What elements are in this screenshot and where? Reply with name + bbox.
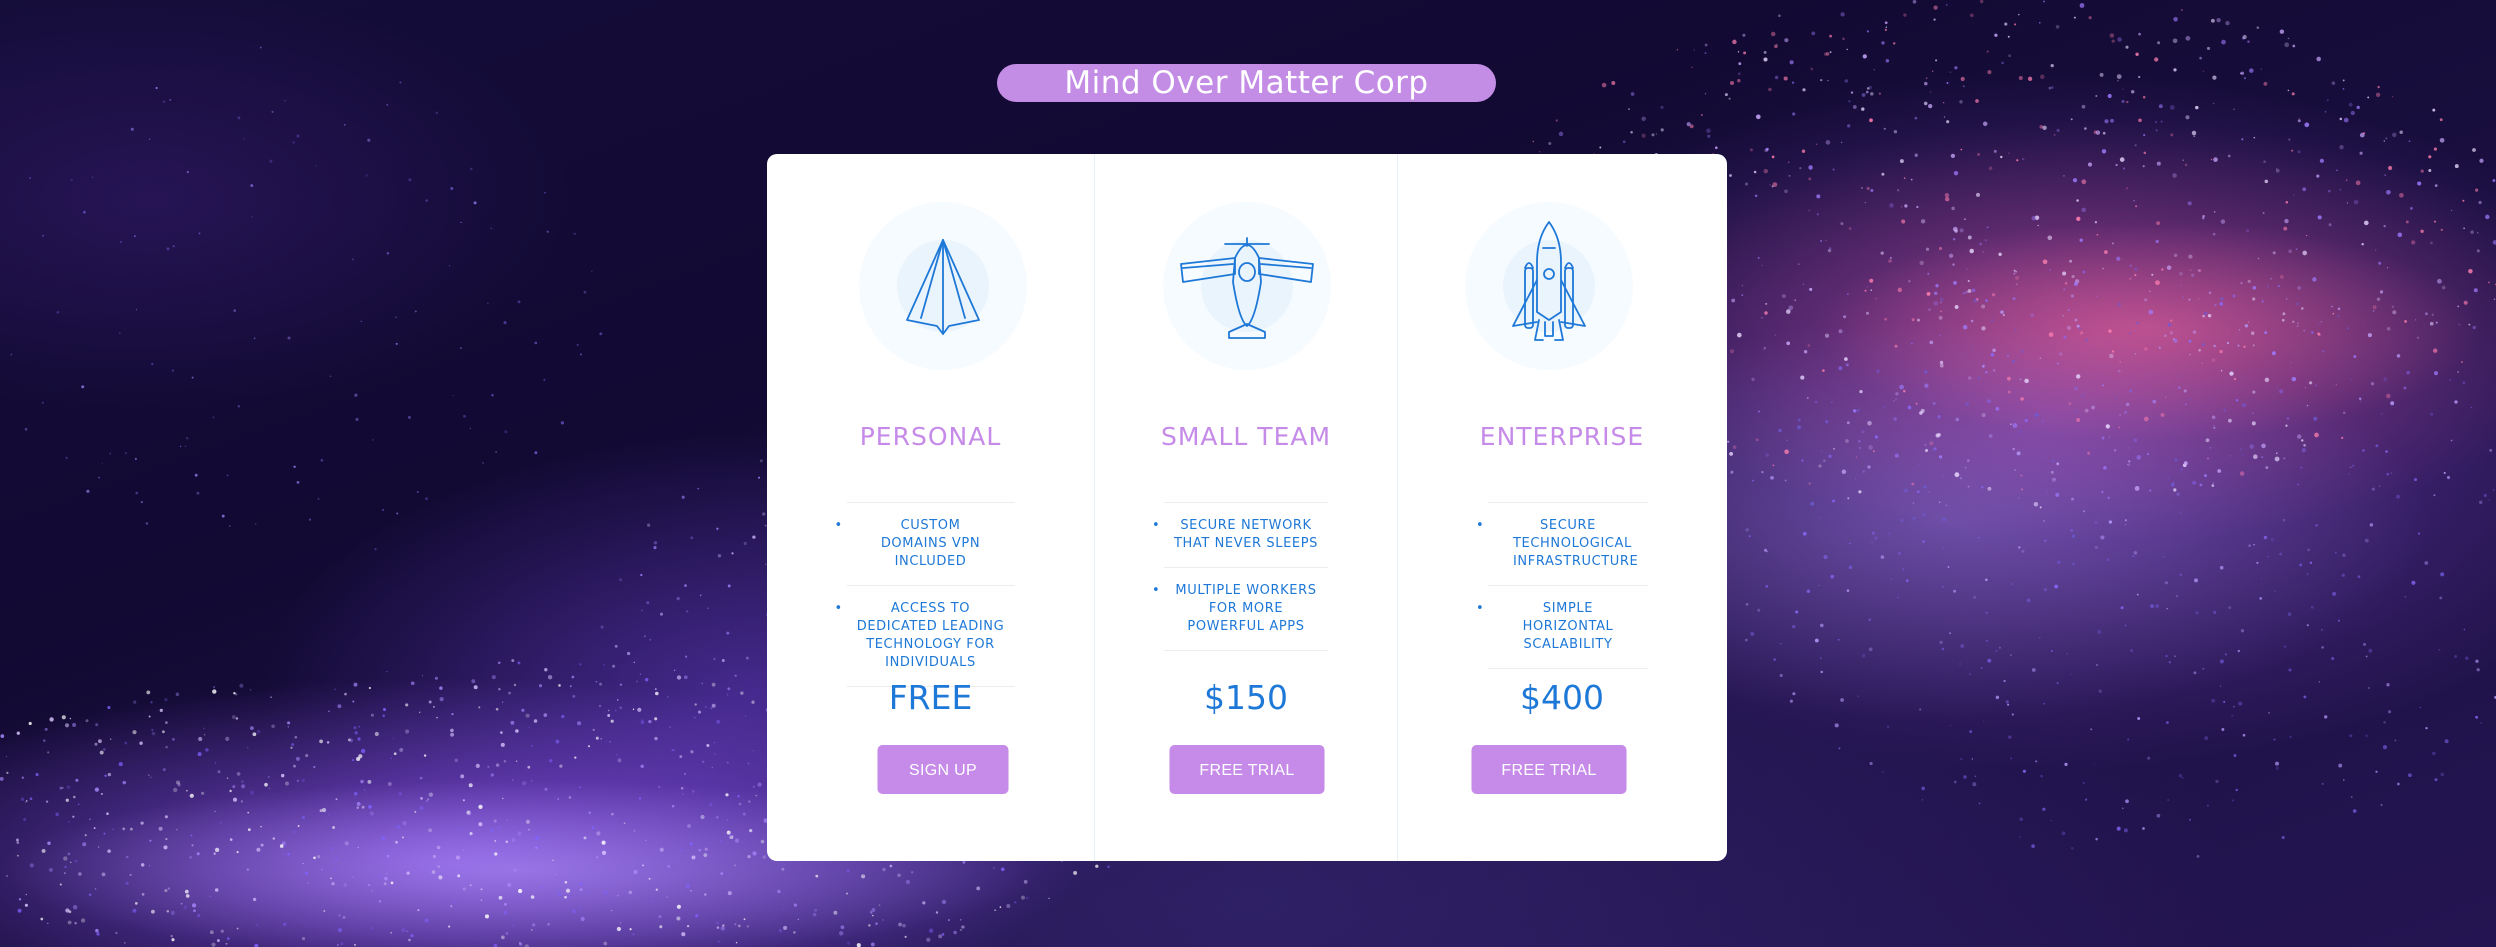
plan-name: PERSONAL — [859, 422, 1002, 451]
plan-price: $400 — [1520, 678, 1604, 717]
feature-list: • SECURE NETWORK THAT NEVER SLEEPS • MUL… — [1095, 502, 1397, 651]
sign-up-button[interactable]: SIGN UP — [877, 745, 1009, 794]
plan-column-personal: PERSONAL • CUSTOM DOMAINS VPN INCLUDED •… — [767, 154, 1094, 861]
list-item: • SECURE NETWORK THAT NEVER SLEEPS — [1152, 503, 1328, 568]
company-title: Mind Over Matter Corp — [997, 64, 1496, 102]
list-item: • CUSTOM DOMAINS VPN INCLUDED — [835, 503, 1015, 586]
pricing-card: PERSONAL • CUSTOM DOMAINS VPN INCLUDED •… — [767, 154, 1727, 861]
free-trial-button-small-team[interactable]: FREE TRIAL — [1169, 745, 1325, 794]
list-item: • SIMPLE HORIZONTAL SCALABILITY — [1476, 586, 1648, 669]
plan-price: $150 — [1204, 678, 1288, 717]
list-item: • SECURE TECHNOLOGICAL INFRASTRUCTURE — [1476, 503, 1648, 586]
paper-plane-icon — [859, 202, 1027, 370]
feature-list: • CUSTOM DOMAINS VPN INCLUDED • ACCESS T… — [767, 502, 1094, 687]
list-item: • MULTIPLE WORKERS FOR MORE POWERFUL APP… — [1152, 568, 1328, 651]
plan-name: ENTERPRISE — [1479, 422, 1645, 451]
plan-column-enterprise: ENTERPRISE • SECURE TECHNOLOGICAL INFRAS… — [1397, 154, 1726, 861]
plan-price: FREE — [888, 678, 973, 717]
free-trial-button-enterprise[interactable]: FREE TRIAL — [1471, 745, 1627, 794]
plan-column-small-team: SMALL TEAM • SECURE NETWORK THAT NEVER S… — [1094, 154, 1397, 861]
plan-name: SMALL TEAM — [1160, 422, 1332, 451]
feature-list: • SECURE TECHNOLOGICAL INFRASTRUCTURE • … — [1398, 502, 1726, 669]
list-item: • ACCESS TO DEDICATED LEADING TECHNOLOGY… — [835, 586, 1015, 687]
airplane-icon — [1163, 202, 1331, 370]
space-shuttle-icon — [1465, 202, 1633, 370]
